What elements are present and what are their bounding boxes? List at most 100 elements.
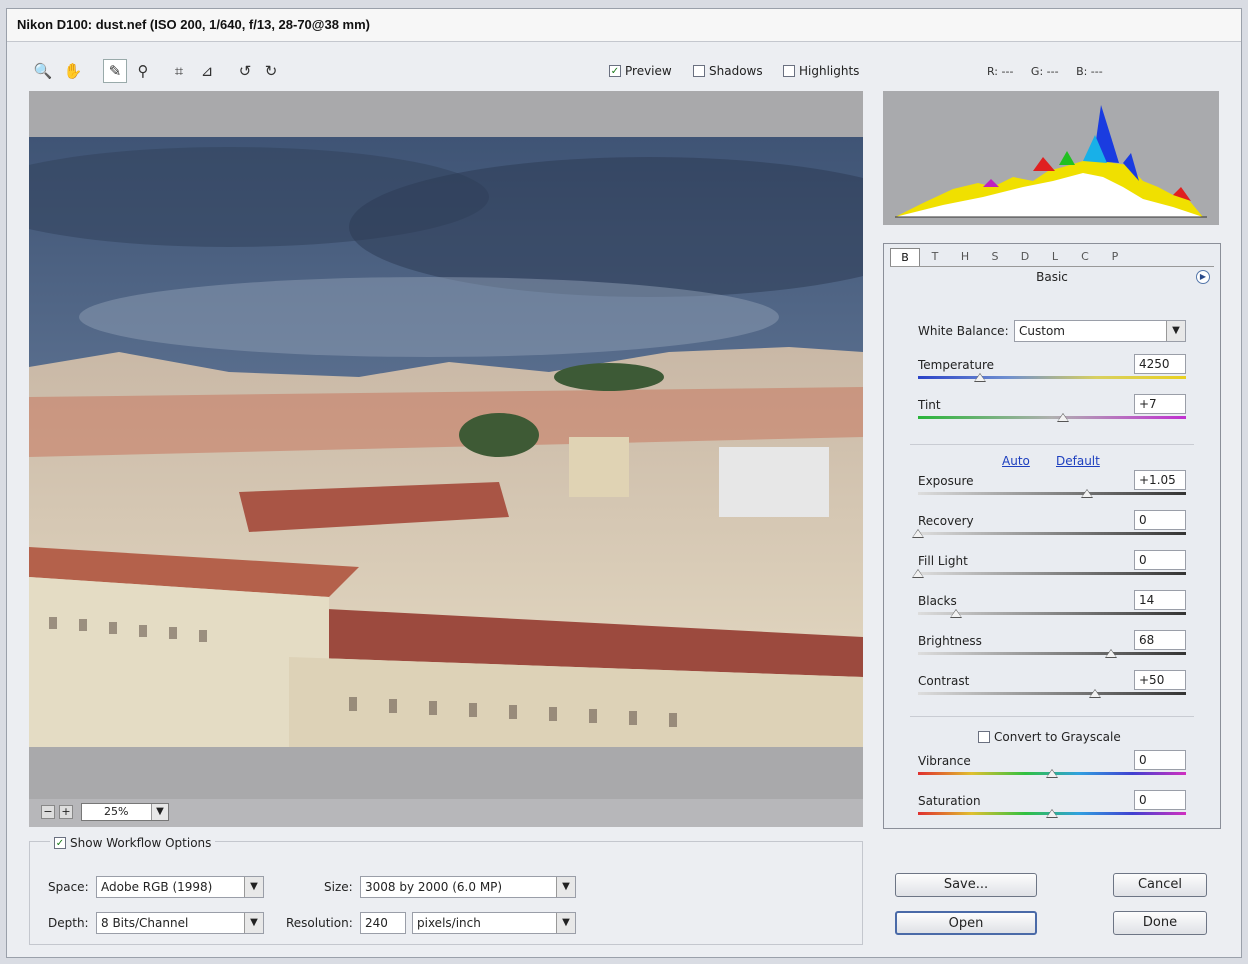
tab-h[interactable]: H [950, 248, 980, 266]
preview-checkbox[interactable]: ✓ Preview [609, 64, 672, 78]
window-title: Nikon D100: dust.nef (ISO 200, 1/640, f/… [17, 17, 370, 32]
auto-link[interactable]: Auto [1002, 454, 1030, 468]
brightness-slider-handle[interactable] [1104, 649, 1117, 658]
save-button[interactable]: Save... [895, 873, 1037, 897]
exposure-slider-handle[interactable] [1080, 489, 1093, 498]
zoom-out-button[interactable]: − [41, 805, 55, 819]
recovery-input[interactable]: 0 [1134, 510, 1186, 530]
tint-input[interactable]: +7 [1134, 394, 1186, 414]
eyedropper-icon: ✎ [108, 62, 122, 80]
fill-light-slider[interactable] [912, 569, 1186, 578]
tab-l[interactable]: L [1040, 248, 1070, 266]
camera-raw-dialog: Nikon D100: dust.nef (ISO 200, 1/640, f/… [6, 8, 1242, 958]
rotate-left-tool[interactable]: ↺ [233, 59, 257, 83]
show-workflow-check-icon[interactable]: ✓ [54, 837, 66, 849]
exposure-slider[interactable] [918, 489, 1186, 498]
tab-c[interactable]: C [1070, 248, 1100, 266]
adjustment-tabs: BTHSDLCP [890, 248, 1214, 267]
highlights-check-icon[interactable] [783, 65, 795, 77]
fill-light-slider-handle[interactable] [912, 569, 924, 578]
blacks-slider-handle[interactable] [949, 609, 962, 618]
contrast-slider[interactable] [918, 689, 1186, 698]
depth-select[interactable]: 8 Bits/Channel ▼ [96, 912, 264, 934]
saturation-input[interactable]: 0 [1134, 790, 1186, 810]
contrast-input[interactable]: +50 [1134, 670, 1186, 690]
preview-check-icon[interactable]: ✓ [609, 65, 621, 77]
vibrance-label: Vibrance [918, 754, 971, 768]
show-workflow-checkbox[interactable]: ✓ Show Workflow Options [50, 836, 216, 850]
resolution-unit-select[interactable]: pixels/inch ▼ [412, 912, 576, 934]
chevron-down-icon[interactable]: ▼ [556, 913, 575, 933]
size-label: Size: [324, 880, 353, 894]
white-balance-tool[interactable]: ✎ [103, 59, 127, 83]
space-label: Space: [48, 880, 89, 894]
open-button[interactable]: Open [895, 911, 1037, 935]
chevron-down-icon[interactable]: ▼ [556, 877, 575, 897]
histogram [883, 91, 1219, 225]
chevron-down-icon[interactable]: ▼ [1166, 321, 1185, 341]
image-preview[interactable] [29, 91, 863, 827]
zoom-in-button[interactable]: + [59, 805, 73, 819]
white-balance-select[interactable]: Custom ▼ [1014, 320, 1186, 342]
resolution-input[interactable]: 240 [360, 912, 406, 934]
brightness-input[interactable]: 68 [1134, 630, 1186, 650]
crop-tool[interactable]: ⌗ [167, 59, 191, 83]
space-select[interactable]: Adobe RGB (1998) ▼ [96, 876, 264, 898]
histogram-graphic [893, 101, 1209, 218]
temperature-label: Temperature [918, 358, 995, 372]
tab-p[interactable]: P [1100, 248, 1130, 266]
color-sampler-tool[interactable]: ⚲ [131, 59, 155, 83]
rotate-right-tool[interactable]: ↻ [259, 59, 283, 83]
hand-tool[interactable]: ✋ [61, 59, 85, 83]
contrast-slider-handle[interactable] [1088, 689, 1101, 698]
tab-t[interactable]: T [920, 248, 950, 266]
depth-label: Depth: [48, 916, 89, 930]
zoom-tool[interactable]: 🔍 [31, 59, 55, 83]
vibrance-input[interactable]: 0 [1134, 750, 1186, 770]
blacks-input[interactable]: 14 [1134, 590, 1186, 610]
tab-s[interactable]: S [980, 248, 1010, 266]
blacks-slider[interactable] [918, 609, 1186, 618]
saturation-slider[interactable] [918, 809, 1186, 818]
shadows-checkbox[interactable]: Shadows [693, 64, 763, 78]
zoom-level-select[interactable]: 25% ▼ [81, 803, 169, 821]
grayscale-checkbox[interactable]: Convert to Grayscale [978, 730, 1121, 744]
temperature-slider-handle[interactable] [973, 373, 986, 382]
tint-slider[interactable] [918, 413, 1186, 422]
tab-b[interactable]: B [890, 248, 920, 266]
highlights-checkbox[interactable]: Highlights [783, 64, 859, 78]
size-value: 3008 by 2000 (6.0 MP) [365, 880, 503, 894]
divider [910, 444, 1194, 445]
shadows-label: Shadows [709, 64, 763, 78]
rotate-cw-icon: ↻ [264, 62, 278, 80]
exposure-input[interactable]: +1.05 [1134, 470, 1186, 490]
tint-label: Tint [918, 398, 941, 412]
default-link[interactable]: Default [1056, 454, 1100, 468]
straighten-tool[interactable]: ⊿ [195, 59, 219, 83]
recovery-slider[interactable] [912, 529, 1186, 538]
panel-menu-icon[interactable]: ▶ [1196, 270, 1210, 284]
resolution-unit-value: pixels/inch [417, 916, 481, 930]
rotate-ccw-icon: ↺ [238, 62, 252, 80]
saturation-slider-handle[interactable] [1046, 809, 1058, 818]
chevron-down-icon[interactable]: ▼ [151, 804, 168, 820]
tab-d[interactable]: D [1010, 248, 1040, 266]
vibrance-slider[interactable] [918, 769, 1186, 778]
shadows-check-icon[interactable] [693, 65, 705, 77]
chevron-down-icon[interactable]: ▼ [244, 877, 263, 897]
temperature-slider[interactable] [918, 373, 1186, 382]
brightness-slider[interactable] [918, 649, 1186, 658]
preview-photo[interactable] [29, 137, 863, 747]
cancel-button[interactable]: Cancel [1113, 873, 1207, 897]
city-photo-graphic [29, 137, 863, 747]
grayscale-check-icon[interactable] [978, 731, 990, 743]
size-select[interactable]: 3008 by 2000 (6.0 MP) ▼ [360, 876, 576, 898]
vibrance-slider-handle[interactable] [1046, 769, 1058, 778]
temperature-input[interactable]: 4250 [1134, 354, 1186, 374]
zoom-level-value: 25% [104, 805, 129, 818]
fill-light-input[interactable]: 0 [1134, 550, 1186, 570]
chevron-down-icon[interactable]: ▼ [244, 913, 263, 933]
done-button[interactable]: Done [1113, 911, 1207, 935]
tint-slider-handle[interactable] [1056, 413, 1069, 422]
recovery-slider-handle[interactable] [912, 529, 924, 538]
